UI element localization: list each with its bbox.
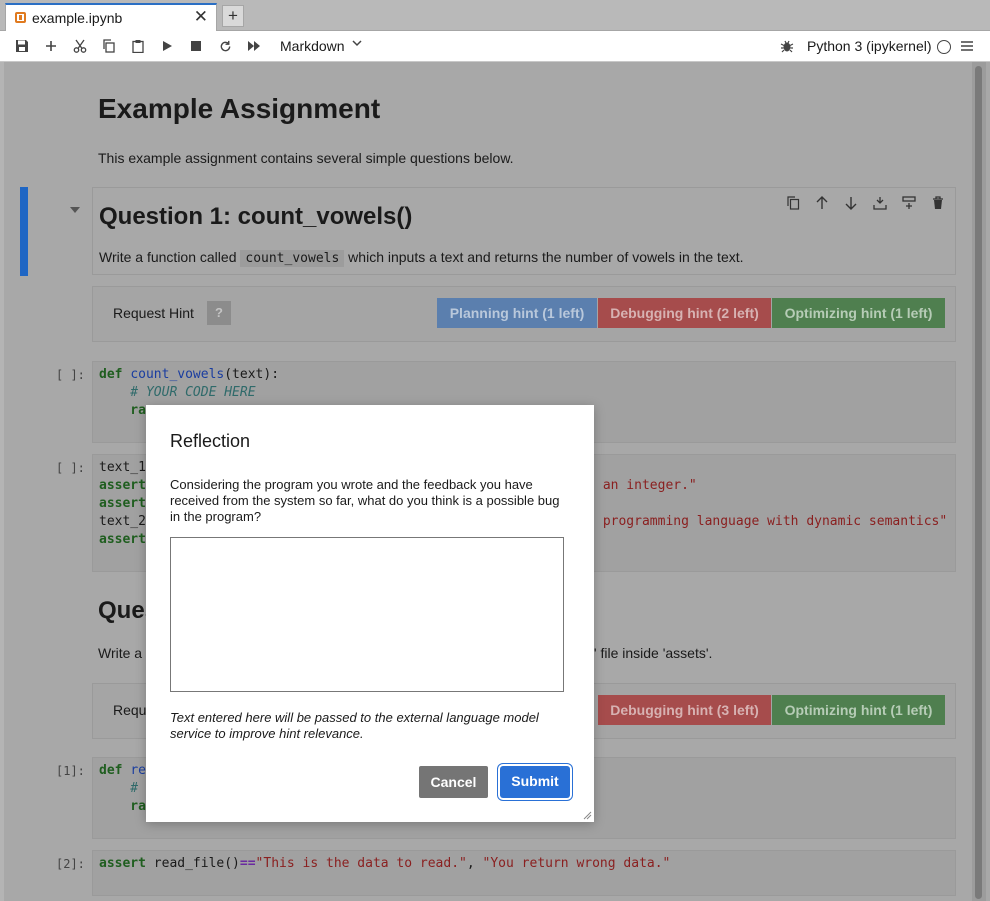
stop-icon[interactable] <box>187 37 205 55</box>
chevron-down-icon[interactable] <box>352 37 362 51</box>
request-hint-label: Requ <box>113 702 147 718</box>
operator: == <box>239 856 256 871</box>
keyword: def <box>99 763 123 778</box>
cell-type-select[interactable]: Markdown <box>280 38 345 54</box>
debugging-hint-button[interactable]: Debugging hint (2 left) <box>598 298 771 328</box>
question-2-description-tail: t' file inside 'assets'. <box>590 645 713 661</box>
dialog-prompt: Considering the program you wrote and th… <box>170 477 560 524</box>
code-line: ra <box>99 403 146 418</box>
code-keyword: assert <box>99 532 146 547</box>
code-string: programming language with dynamic semant… <box>595 514 948 529</box>
code-text: , <box>466 856 483 871</box>
debugging-hint-button[interactable]: Debugging hint (3 left) <box>598 695 771 725</box>
function-name: count_vowels <box>130 367 225 382</box>
dialog-title: Reflection <box>170 431 251 451</box>
bug-icon[interactable] <box>778 37 796 55</box>
move-down-icon[interactable] <box>842 194 860 212</box>
run-all-icon[interactable] <box>245 37 263 55</box>
code-line: text_1 <box>99 460 146 475</box>
help-button[interactable]: ? <box>207 301 231 325</box>
desc-text: which inputs a text and returns the numb… <box>344 249 744 265</box>
markdown-cell-question-1[interactable]: Question 1: count_vowels() Write a funct… <box>92 187 956 275</box>
hint-bar-1: Request Hint ? Planning hint (1 left) De… <box>92 286 956 342</box>
code-string: "You return wrong data." <box>482 856 671 871</box>
code-comment: # <box>99 781 139 796</box>
tab-bar: example.ipynb ✕ + <box>0 0 990 31</box>
code-text: (text): <box>224 367 280 382</box>
active-cell-indicator <box>20 187 28 276</box>
notebook-icon <box>15 12 26 23</box>
restart-icon[interactable] <box>216 37 234 55</box>
cut-icon[interactable] <box>71 37 89 55</box>
question-2-description: Write a <box>98 645 143 661</box>
collapse-arrow-icon[interactable] <box>70 207 80 213</box>
planning-hint-button[interactable]: Planning hint (1 left) <box>437 298 597 328</box>
optimizing-hint-button[interactable]: Optimizing hint (1 left) <box>772 695 945 725</box>
scrollbar[interactable] <box>972 62 986 901</box>
question-1-description: Write a function called count_vowels whi… <box>99 249 744 267</box>
kernel-status-icon <box>937 40 951 54</box>
cell-prompt: [1]: <box>56 764 85 778</box>
submit-button[interactable]: Submit <box>500 766 570 798</box>
question-1-title: Question 1: count_vowels() <box>99 203 413 230</box>
code-string: an integer." <box>595 478 697 493</box>
cell-prompt: [2]: <box>56 857 85 871</box>
close-icon[interactable]: ✕ <box>194 8 208 26</box>
menu-icon[interactable] <box>958 37 976 55</box>
code-line: def count_vowels(text): <box>99 367 279 382</box>
add-cell-icon[interactable] <box>42 37 60 55</box>
dialog-resize-icon[interactable] <box>582 810 592 820</box>
code-string: "This is the data to read." <box>255 856 467 871</box>
copy-icon[interactable] <box>100 37 118 55</box>
tab-example-ipynb[interactable]: example.ipynb ✕ <box>5 3 217 31</box>
cancel-button[interactable]: Cancel <box>419 766 488 798</box>
move-up-icon[interactable] <box>813 194 831 212</box>
code-comment: # YOUR CODE HERE <box>99 385 256 400</box>
paste-icon[interactable] <box>129 37 147 55</box>
notebook-toolbar: Markdown Python 3 (ipykernel) <box>0 31 990 62</box>
delete-icon[interactable] <box>929 194 947 212</box>
keyword: def <box>99 367 123 382</box>
function-name: re <box>130 763 146 778</box>
page-title: Example Assignment <box>98 93 381 124</box>
desc-text: Write a function called <box>99 249 241 265</box>
run-icon[interactable] <box>158 37 176 55</box>
code-line: assert read_file()=="This is the data to… <box>99 856 670 871</box>
code-keyword: assert <box>99 478 146 493</box>
tab-label: example.ipynb <box>32 10 123 26</box>
dialog-note: Text entered here will be passed to the … <box>170 710 539 741</box>
code-line: ra <box>99 799 146 814</box>
code-line: text_2 <box>99 514 146 529</box>
duplicate-icon[interactable] <box>784 194 802 212</box>
code-cell-4[interactable]: assert read_file()=="This is the data to… <box>92 850 956 896</box>
reflection-dialog: Reflection Considering the program you w… <box>146 405 594 822</box>
kernel-name[interactable]: Python 3 (ipykernel) <box>807 38 932 54</box>
code-text: read_file() <box>145 856 240 871</box>
new-tab-button[interactable]: + <box>222 5 244 27</box>
cell-prompt: [ ]: <box>56 461 85 475</box>
keyword: assert <box>99 856 146 871</box>
insert-above-icon[interactable] <box>900 194 918 212</box>
intro-text: This example assignment contains several… <box>98 150 514 166</box>
cell-prompt: [ ]: <box>56 368 85 382</box>
save-icon[interactable] <box>13 37 31 55</box>
reflection-textarea[interactable] <box>170 537 564 692</box>
code-line: def re <box>99 763 146 778</box>
code-keyword: assert <box>99 496 146 511</box>
insert-below-icon[interactable] <box>871 194 889 212</box>
cell-toolbar <box>784 194 947 212</box>
request-hint-label: Request Hint <box>113 305 194 321</box>
optimizing-hint-button[interactable]: Optimizing hint (1 left) <box>772 298 945 328</box>
scroll-thumb[interactable] <box>975 66 982 899</box>
inline-code: count_vowels <box>240 250 345 267</box>
